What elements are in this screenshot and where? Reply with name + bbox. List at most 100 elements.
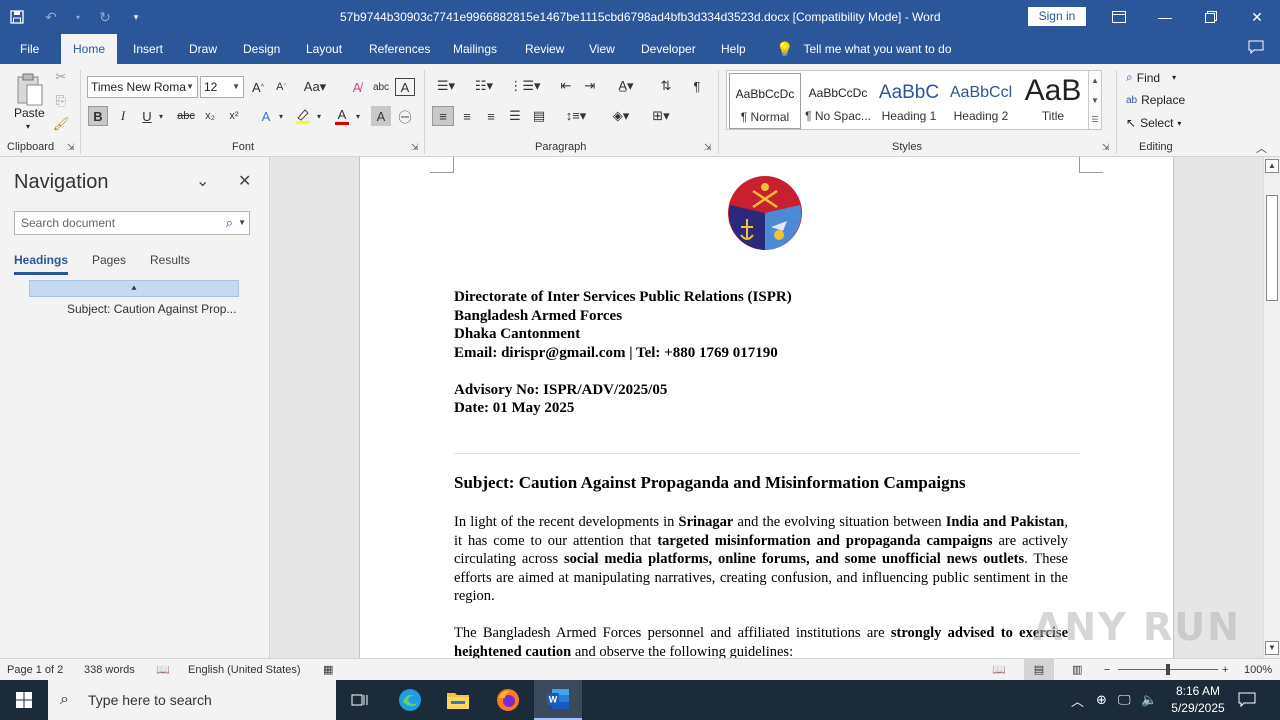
- tab-pages[interactable]: Pages: [92, 253, 126, 267]
- tab-draw[interactable]: Draw: [187, 34, 219, 64]
- customize-qat-icon[interactable]: ▾: [122, 0, 150, 34]
- close-icon[interactable]: ✕: [238, 171, 251, 191]
- zoom-level[interactable]: 100%: [1244, 659, 1272, 681]
- font-color-icon[interactable]: A: [332, 106, 352, 126]
- grow-font-icon[interactable]: A ^: [249, 76, 267, 98]
- print-layout-icon[interactable]: ▤: [1024, 659, 1054, 681]
- redo-icon[interactable]: ↻: [88, 0, 122, 34]
- style-no-spacing[interactable]: AaBbCcDc ¶ No Spac...: [802, 73, 874, 129]
- highlight-icon[interactable]: [292, 106, 314, 126]
- undo-icon[interactable]: ↶: [34, 0, 68, 34]
- volume-icon[interactable]: 🔈: [1141, 680, 1157, 720]
- character-border-icon[interactable]: A: [395, 78, 415, 96]
- enclose-characters-icon[interactable]: ㊀: [395, 106, 415, 126]
- page-count[interactable]: Page 1 of 2: [7, 659, 63, 681]
- tab-help[interactable]: Help: [719, 34, 748, 64]
- close-icon[interactable]: ✕: [1234, 0, 1280, 34]
- zoom-in-icon[interactable]: +: [1222, 659, 1228, 681]
- bold-icon[interactable]: B: [88, 106, 108, 126]
- collapse-all-icon[interactable]: ⯅: [29, 280, 239, 297]
- clipboard-launcher-icon[interactable]: ⇲: [67, 142, 75, 153]
- undo-dropdown-icon[interactable]: ▾: [68, 0, 88, 34]
- styles-launcher-icon[interactable]: ⇲: [1102, 142, 1110, 153]
- align-right-icon[interactable]: ≡: [480, 106, 502, 126]
- copy-icon[interactable]: ⎘: [52, 92, 70, 110]
- text-effects-dropdown-icon[interactable]: ▾: [276, 106, 286, 126]
- paste-icon[interactable]: [12, 70, 48, 110]
- strikethrough-icon[interactable]: abc: [176, 106, 196, 126]
- phonetic-guide-icon[interactable]: abc: [371, 76, 391, 98]
- firefox-icon[interactable]: [484, 680, 532, 720]
- show-marks-icon[interactable]: ¶: [687, 76, 707, 96]
- font-size-dropdown[interactable]: 12 ▼: [200, 76, 244, 98]
- gallery-more-icon[interactable]: ☰: [1089, 111, 1101, 129]
- tab-headings[interactable]: Headings: [14, 253, 69, 275]
- clear-formatting-icon[interactable]: A̸: [347, 76, 367, 98]
- tab-references[interactable]: References: [367, 34, 432, 64]
- save-icon[interactable]: [0, 0, 34, 34]
- edge-browser-icon[interactable]: [386, 680, 434, 720]
- notifications-icon[interactable]: [1238, 680, 1256, 720]
- system-clock[interactable]: 8:16 AM 5/29/2025: [1160, 683, 1236, 717]
- borders-icon[interactable]: ⊞▾: [644, 106, 678, 126]
- comments-icon[interactable]: [1248, 40, 1264, 58]
- line-spacing-icon[interactable]: ↕≡▾: [560, 106, 592, 126]
- tab-mailings[interactable]: Mailings: [451, 34, 499, 64]
- chevron-down-icon[interactable]: ▼: [238, 212, 246, 234]
- file-explorer-icon[interactable]: [434, 680, 482, 720]
- italic-icon[interactable]: I: [113, 106, 133, 126]
- restore-icon[interactable]: [1188, 0, 1234, 34]
- tab-home[interactable]: Home: [61, 34, 118, 64]
- style-heading-1[interactable]: AaBbC Heading 1: [873, 73, 945, 129]
- font-name-dropdown[interactable]: Times New Roma ▼: [87, 76, 198, 98]
- align-left-icon[interactable]: ≡: [432, 106, 454, 126]
- word-count[interactable]: 338 words: [84, 659, 135, 681]
- connection-icon[interactable]: 🖵: [1118, 680, 1131, 720]
- select-button[interactable]: ↖ Select ▾: [1126, 116, 1181, 130]
- scroll-down-icon[interactable]: ▼: [1265, 641, 1279, 655]
- superscript-icon[interactable]: x²: [224, 106, 244, 126]
- multilevel-list-icon[interactable]: ⋮☰▾: [509, 76, 540, 96]
- numbering-icon[interactable]: ☷▾: [472, 76, 496, 96]
- vertical-scrollbar[interactable]: ▲ ▼: [1263, 157, 1280, 658]
- proofing-icon[interactable]: 📖: [156, 659, 170, 681]
- format-painter-icon[interactable]: 🖌: [52, 115, 70, 133]
- windows-start-icon[interactable]: [0, 680, 48, 720]
- read-mode-icon[interactable]: 📖: [992, 659, 1006, 681]
- zoom-slider-thumb[interactable]: [1166, 664, 1170, 675]
- language-status[interactable]: English (United States): [188, 659, 301, 681]
- styles-gallery-scroll[interactable]: ▲ ▼ ☰: [1088, 70, 1102, 130]
- subscript-icon[interactable]: x₂: [200, 106, 220, 126]
- scroll-up-icon[interactable]: ▲: [1265, 159, 1279, 173]
- task-view-icon[interactable]: [336, 680, 384, 720]
- tab-view[interactable]: View: [587, 34, 617, 64]
- replace-button[interactable]: ab Replace: [1126, 93, 1185, 107]
- network-icon[interactable]: ⊕: [1096, 680, 1107, 720]
- paragraph-launcher-icon[interactable]: ⇲: [704, 142, 712, 153]
- style-normal[interactable]: AaBbCcDc ¶ Normal: [729, 73, 801, 129]
- shading-icon[interactable]: ◈▾: [604, 106, 638, 126]
- increase-indent-icon[interactable]: ⇥: [580, 76, 600, 96]
- document-page[interactable]: Directorate of Inter Services Public Rel…: [359, 157, 1174, 658]
- tab-design[interactable]: Design: [241, 34, 282, 64]
- tab-insert[interactable]: Insert: [131, 34, 165, 64]
- word-app-icon[interactable]: W: [534, 680, 582, 720]
- underline-dropdown-icon[interactable]: ▾: [156, 106, 166, 126]
- font-launcher-icon[interactable]: ⇲: [411, 142, 419, 153]
- change-case-icon[interactable]: Aa▾: [301, 76, 329, 98]
- taskbar-search-box[interactable]: ⌕ Type here to search: [48, 680, 336, 720]
- cut-icon[interactable]: ✂: [52, 68, 70, 86]
- decrease-indent-icon[interactable]: ⇤: [556, 76, 576, 96]
- zoom-out-icon[interactable]: −: [1104, 659, 1110, 681]
- align-center-icon[interactable]: ≡: [456, 106, 478, 126]
- tab-developer[interactable]: Developer: [639, 34, 698, 64]
- asian-layout-icon[interactable]: A̲▾: [612, 76, 640, 96]
- search-icon[interactable]: ⌕: [226, 212, 233, 234]
- ribbon-display-options-icon[interactable]: [1096, 0, 1142, 34]
- collapse-ribbon-icon[interactable]: ︿: [1256, 140, 1267, 156]
- style-title[interactable]: AaB Title: [1017, 73, 1089, 129]
- tell-me-search[interactable]: 💡 Tell me what you want to do: [776, 34, 952, 64]
- paste-label[interactable]: Paste: [14, 106, 45, 120]
- chevron-down-icon[interactable]: ▼: [1089, 91, 1101, 111]
- chevron-down-icon[interactable]: ⌄: [196, 171, 209, 191]
